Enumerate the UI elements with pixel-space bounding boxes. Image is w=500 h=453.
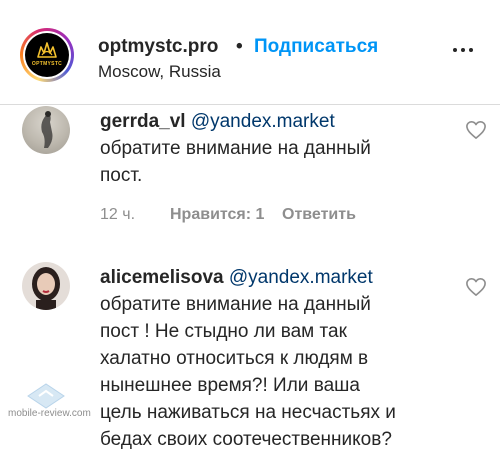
- comment-text-line: обратите внимание на данный: [100, 294, 371, 315]
- logo-crown-icon: [37, 42, 57, 58]
- avatar-portrait-icon: [32, 267, 60, 310]
- comment-text-line: пост.: [100, 165, 143, 186]
- follow-button[interactable]: Подписаться: [254, 36, 378, 58]
- like-heart-icon[interactable]: [465, 277, 487, 297]
- profile-avatar[interactable]: OPTMYSTC: [25, 33, 69, 77]
- comment-text-line: бедах своих соотечественников?: [100, 429, 392, 450]
- comment-text-line: пост ! Не стыдно ли вам так: [100, 321, 347, 342]
- avatar-figure-icon: [41, 111, 53, 148]
- comment-text-line: нынешнее время?! Или ваша: [100, 375, 360, 396]
- reply-button[interactable]: Ответить: [282, 206, 356, 224]
- separator-dot: •: [236, 36, 243, 57]
- comment-mention[interactable]: @yandex.market: [229, 267, 373, 288]
- comment-text-line: цель наживаться на несчастьях и: [100, 402, 396, 423]
- comment-text-line: обратите внимание на данный: [100, 138, 371, 159]
- comment-timestamp[interactable]: 12 ч.: [100, 206, 135, 224]
- comment-mention[interactable]: @yandex.market: [191, 111, 335, 132]
- comment-text-line: халатно относиться к людям в: [100, 348, 369, 369]
- watermark-text: mobile-review.com: [8, 408, 91, 419]
- comment-body: alicemelisova @yandex.market обратите вн…: [100, 264, 452, 453]
- comment-body: gerrda_vl @yandex.market обратите вниман…: [100, 108, 452, 189]
- commenter-avatar[interactable]: [22, 106, 70, 154]
- post-header: OPTMYSTC optmystc.pro • Подписаться Mosc…: [0, 0, 500, 105]
- like-heart-icon[interactable]: [465, 120, 487, 140]
- comment-username[interactable]: alicemelisova: [100, 267, 224, 288]
- post-author-username[interactable]: optmystc.pro: [98, 36, 218, 58]
- commenter-avatar[interactable]: [22, 262, 70, 310]
- profile-avatar-ring[interactable]: OPTMYSTC: [20, 28, 74, 82]
- comment-username[interactable]: gerrda_vl: [100, 111, 186, 132]
- post-location[interactable]: Moscow, Russia: [98, 62, 221, 82]
- more-options-icon[interactable]: [452, 40, 474, 60]
- comment-likes-count[interactable]: Нравится: 1: [170, 206, 264, 224]
- logo-text: OPTMYSTC: [31, 61, 63, 67]
